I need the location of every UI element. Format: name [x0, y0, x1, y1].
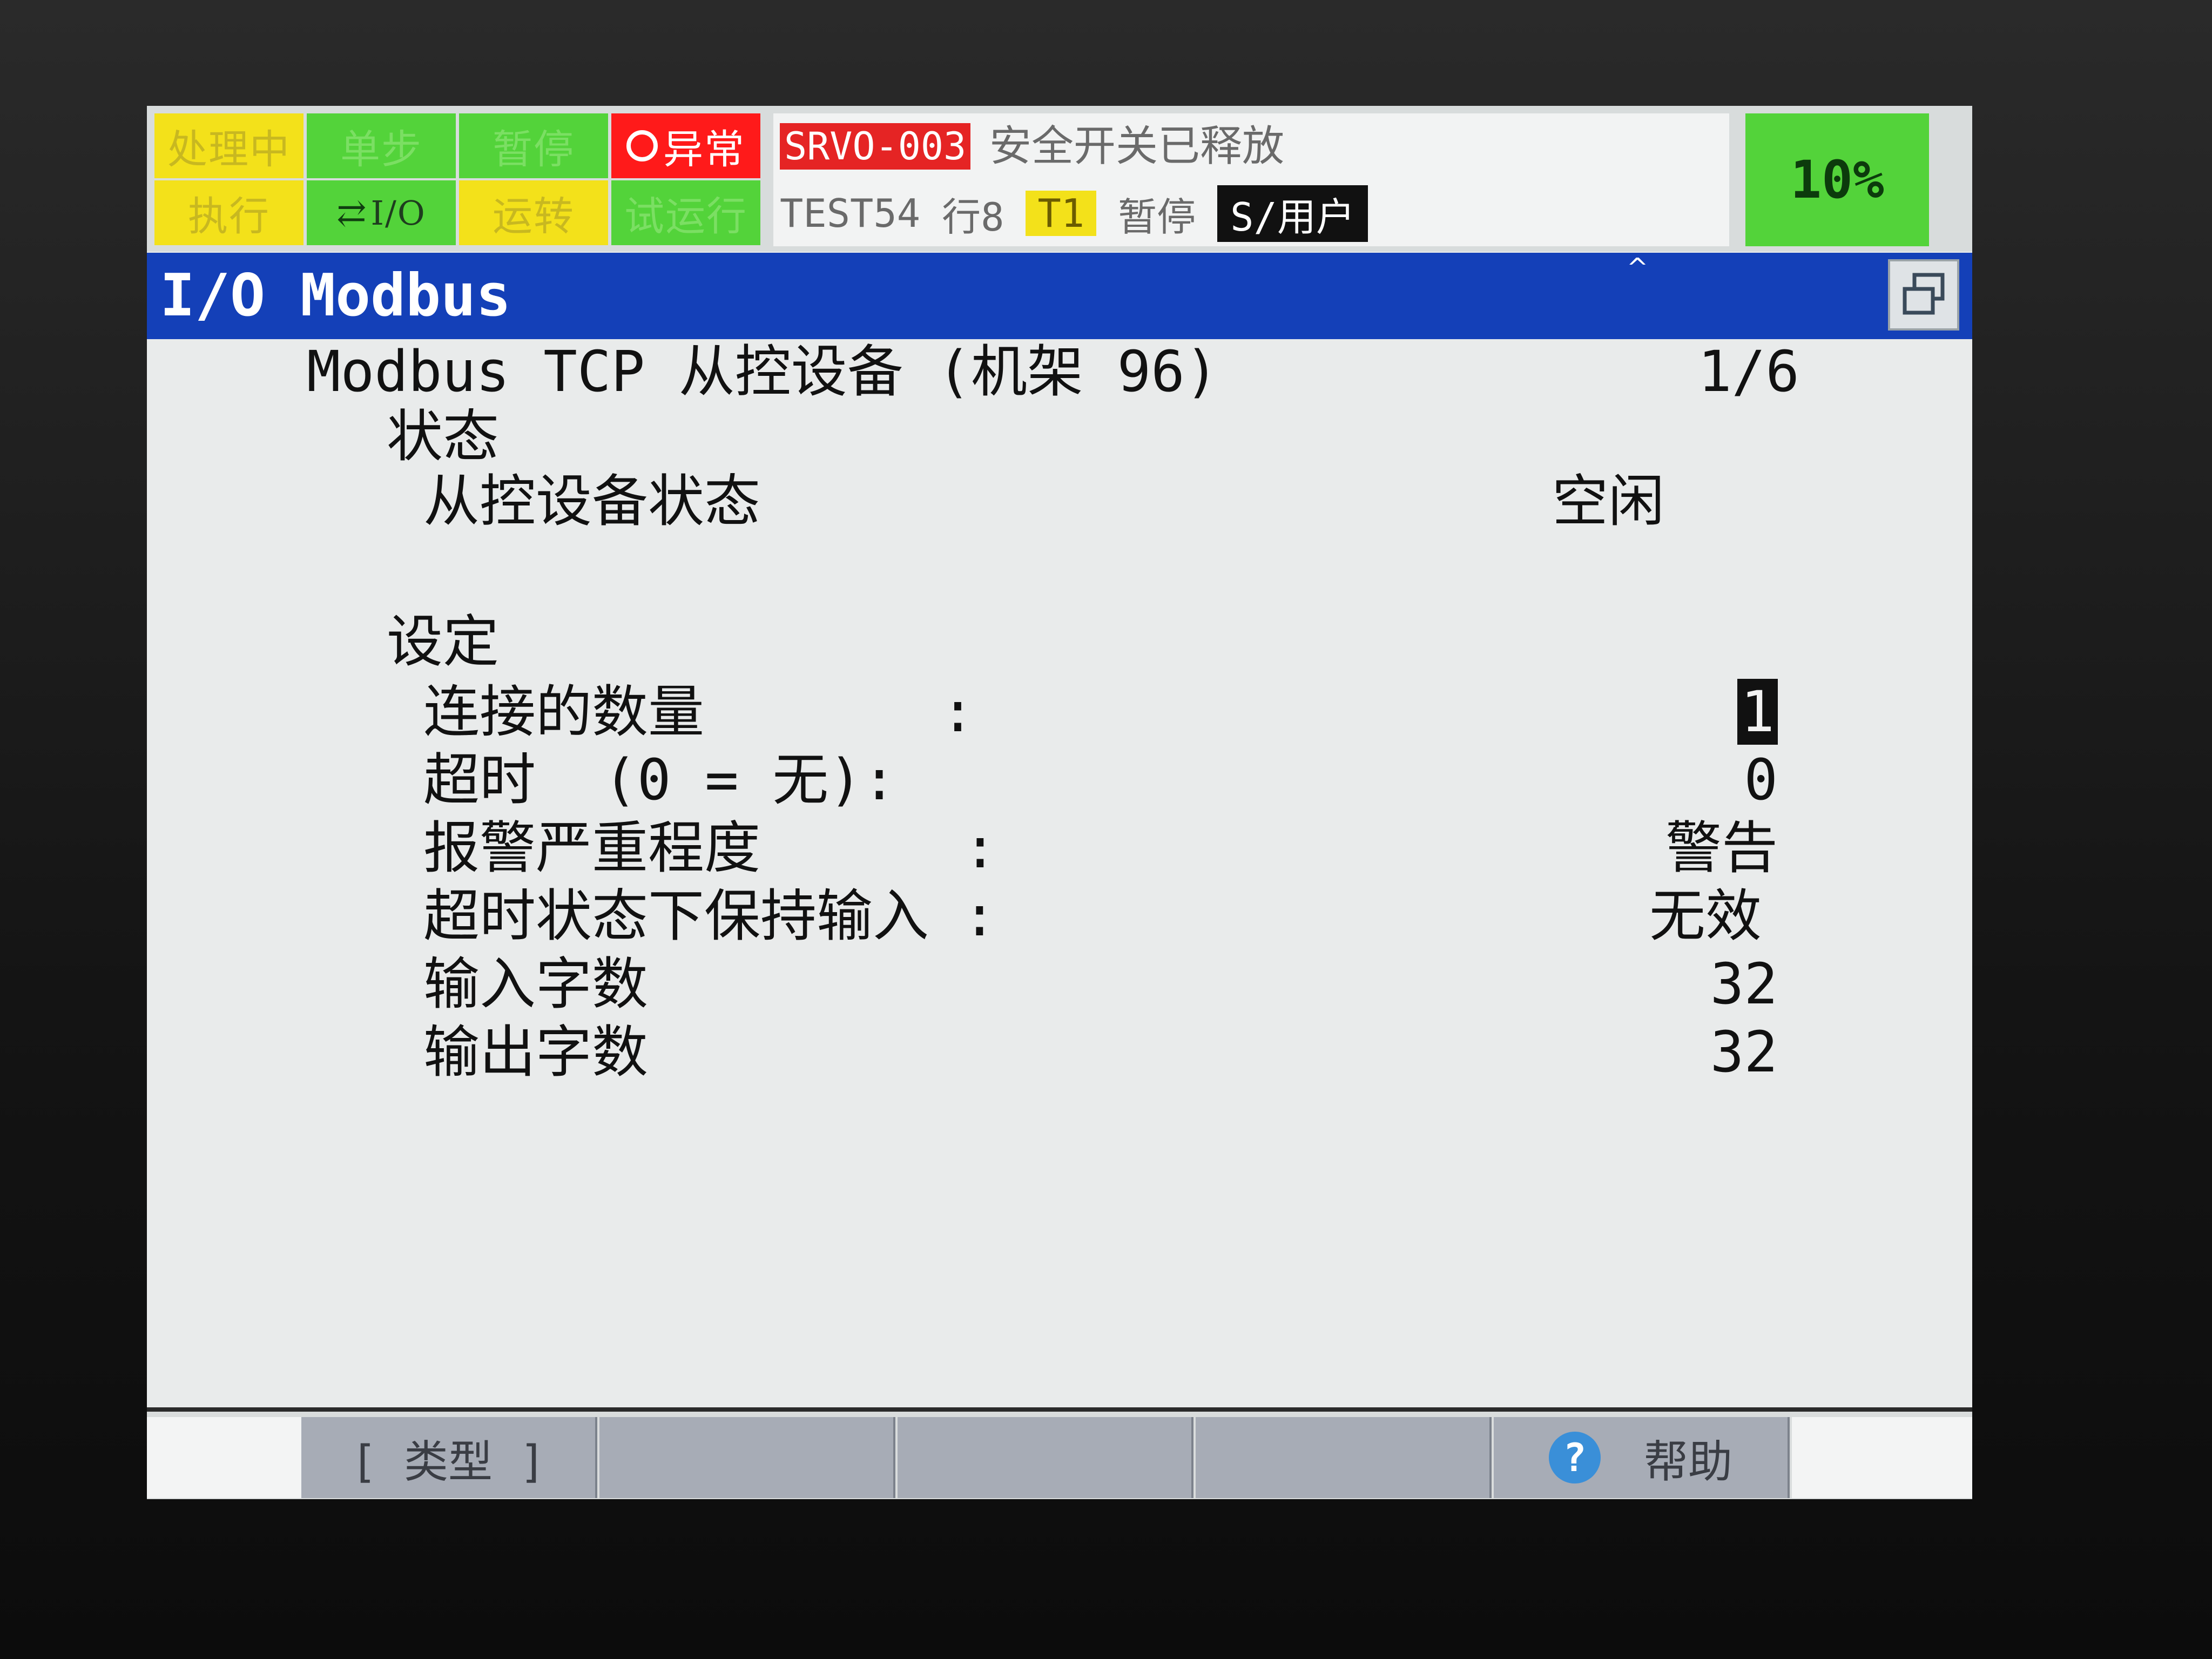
f3-button[interactable]: [898, 1417, 1193, 1498]
indicator-fault: 异常: [611, 113, 760, 178]
program-state: 暂停: [1118, 194, 1196, 240]
indicator-io-label: I/O: [370, 193, 426, 233]
message-panel: SRVO-003 安全开关已释放 TEST54 行8 T1 暂停 S/用户: [773, 113, 1729, 246]
fkey-spacer-left: [147, 1417, 301, 1498]
window-toggle-button[interactable]: [1888, 259, 1959, 331]
setting-label-alarm-severity: 报警严重程度 :: [423, 815, 997, 881]
section-heading: Modbus TCP 从控设备 (机架 96): [307, 339, 1219, 404]
teach-pendant-screen: 处理中 单步 暂停 异常 执行 ⇄ I/O 运转 试运行 SRVO-003 安全开…: [147, 106, 1972, 1499]
f5-help-button[interactable]: ? 帮助: [1494, 1417, 1790, 1498]
caret-up-icon: ^: [1627, 253, 1649, 283]
io-transfer-icon: ⇄: [336, 192, 368, 234]
f5-help-label: 帮助: [1643, 1436, 1732, 1488]
status-section-label: 状态: [387, 403, 500, 469]
f4-button[interactable]: [1196, 1417, 1492, 1498]
function-key-bar: [ 类型 ] ? 帮助: [147, 1407, 1972, 1499]
slave-status-label: 从控设备状态: [423, 468, 761, 534]
setting-label-output-words: 输出字数: [423, 1019, 649, 1085]
indicator-step: 单步: [307, 113, 456, 178]
indicator-prod-label: 运转: [493, 193, 575, 240]
setting-value-timeout[interactable]: 0: [1443, 747, 1778, 812]
alarm-code: SRVO-003: [780, 123, 971, 170]
slave-status-value: 空闲: [1552, 468, 1664, 534]
setting-value-connections[interactable]: 1: [1443, 679, 1778, 745]
window-restore-icon: [1903, 273, 1945, 315]
setting-value-input-words[interactable]: 32: [1443, 952, 1778, 1016]
indicator-run-label: 执行: [188, 193, 270, 240]
page-indicator: 1/6: [1698, 339, 1799, 404]
setting-label-connections: 连接的数量 :: [423, 679, 975, 745]
setting-value-hold-inputs[interactable]: 无效: [1443, 884, 1762, 948]
mode-badge: T1: [1026, 191, 1097, 236]
program-line: 行8: [942, 194, 1004, 240]
status-bar: 处理中 单步 暂停 异常 执行 ⇄ I/O 运转 试运行 SRVO-003 安全开…: [147, 106, 1972, 252]
alarm-message: 安全开关已释放: [989, 122, 1285, 171]
setting-value-alarm-severity[interactable]: 警告: [1443, 815, 1778, 880]
setting-label-input-words: 输入字数: [423, 951, 649, 1017]
title-bar: I/O Modbus ^: [147, 253, 1972, 339]
indicator-busy: 处理中: [154, 113, 304, 178]
f1-type-button[interactable]: [ 类型 ]: [301, 1417, 597, 1498]
indicator-tcyc: 试运行: [611, 180, 760, 245]
screen-title: I/O Modbus: [160, 262, 511, 329]
help-question-icon: ?: [1548, 1432, 1601, 1483]
indicator-io: ⇄ I/O: [307, 180, 456, 245]
fkey-spacer-right: [1792, 1417, 1972, 1498]
settings-section-label: 设定: [387, 609, 500, 675]
indicator-hold-label: 暂停: [493, 126, 575, 173]
program-status-row: TEST54 行8 T1 暂停 S/用户: [780, 185, 1390, 242]
indicator-busy-label: 处理中: [167, 126, 291, 173]
speed-override[interactable]: 10%: [1745, 113, 1929, 246]
indicator-prod: 运转: [459, 180, 608, 245]
indicator-step-label: 单步: [340, 126, 422, 173]
fault-circle-icon: [626, 130, 658, 161]
user-badge: S/用户: [1217, 185, 1368, 242]
indicator-fault-label: 异常: [663, 126, 745, 173]
setting-label-timeout: 超时 (0 = 无):: [423, 747, 896, 813]
connections-value-cursor[interactable]: 1: [1737, 679, 1778, 745]
indicator-hold: 暂停: [459, 113, 608, 178]
setting-value-output-words[interactable]: 32: [1443, 1020, 1778, 1084]
indicator-tcyc-label: 试运行: [624, 193, 747, 240]
setting-label-hold-inputs: 超时状态下保持输入 :: [423, 883, 997, 949]
f2-button[interactable]: [599, 1417, 895, 1498]
program-name: TEST54: [780, 191, 921, 236]
content-area: Modbus TCP 从控设备 (机架 96) 1/6 状态 从控设备状态 空闲…: [147, 339, 1972, 1408]
indicator-run: 执行: [154, 180, 304, 245]
